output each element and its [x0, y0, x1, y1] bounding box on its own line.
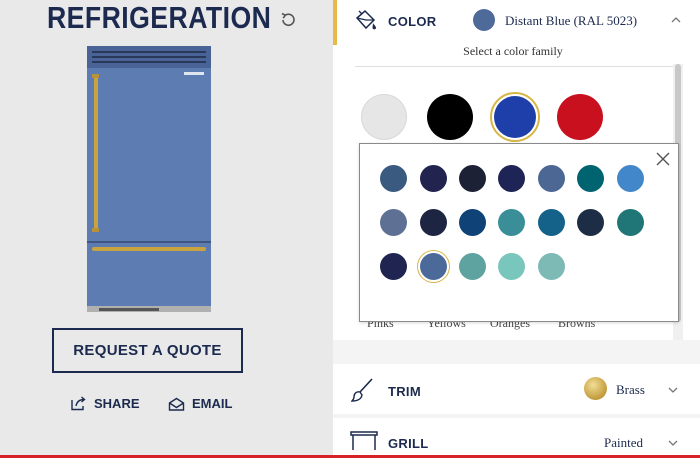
selected-color-swatch	[473, 9, 495, 31]
color-swatch[interactable]	[538, 165, 565, 192]
grill-label: GRILL	[388, 436, 429, 451]
color-label: COLOR	[388, 14, 437, 29]
color-swatch[interactable]	[380, 253, 407, 280]
color-swatch[interactable]	[420, 253, 447, 280]
color-family-white[interactable]	[361, 94, 407, 140]
email-button[interactable]: EMAIL	[168, 396, 232, 411]
color-swatch[interactable]	[420, 209, 447, 236]
share-label: SHARE	[94, 396, 140, 411]
close-icon[interactable]	[656, 152, 670, 166]
trim-value: Brass	[616, 382, 645, 397]
color-swatch[interactable]	[498, 165, 525, 192]
product-preview-panel: REFRIGERATION REQUEST A QUOTE SHARE EMAI…	[0, 0, 333, 458]
email-icon	[168, 397, 185, 411]
refrigerator-image	[87, 46, 211, 312]
color-swatch[interactable]	[577, 165, 604, 192]
trim-section-header[interactable]: TRIM Brass	[333, 364, 700, 416]
divider	[355, 66, 675, 67]
color-swatch[interactable]	[420, 165, 447, 192]
trim-swatch	[584, 377, 607, 400]
color-family-prompt: Select a color family	[463, 44, 563, 58]
paint-bucket-icon	[355, 9, 376, 30]
section-spacer	[333, 340, 700, 364]
grill-icon	[350, 431, 378, 450]
color-swatch[interactable]	[459, 165, 486, 192]
brush-icon	[351, 378, 373, 402]
email-label: EMAIL	[192, 396, 233, 411]
selected-color-name: Distant Blue (RAL 5023)	[505, 13, 638, 28]
color-section-header[interactable]: COLOR Distant Blue (RAL 5023)	[333, 0, 700, 45]
color-swatch[interactable]	[577, 209, 604, 236]
trim-label: TRIM	[388, 384, 421, 399]
chevron-down-icon[interactable]	[668, 438, 678, 448]
share-button[interactable]: SHARE	[70, 396, 140, 411]
chevron-up-icon[interactable]	[671, 15, 681, 25]
color-swatch-popup	[359, 143, 679, 322]
color-swatch[interactable]	[617, 209, 644, 236]
color-swatch[interactable]	[380, 165, 407, 192]
color-swatch[interactable]	[617, 165, 644, 192]
color-swatch[interactable]	[459, 253, 486, 280]
color-family-black[interactable]	[427, 94, 473, 140]
color-family-blue[interactable]	[490, 92, 540, 142]
grill-value: Painted	[604, 435, 643, 450]
request-quote-button[interactable]: REQUEST A QUOTE	[52, 328, 243, 373]
chevron-down-icon[interactable]	[668, 385, 678, 395]
color-swatch[interactable]	[498, 209, 525, 236]
configurator-panel: COLOR Distant Blue (RAL 5023) Select a c…	[333, 0, 700, 458]
grill-section-header[interactable]: GRILL Painted	[333, 418, 700, 458]
color-swatch[interactable]	[498, 253, 525, 280]
color-swatch[interactable]	[380, 209, 407, 236]
color-swatch[interactable]	[459, 209, 486, 236]
page-title: REFRIGERATION	[47, 0, 272, 35]
reset-icon[interactable]	[279, 11, 297, 29]
color-swatch[interactable]	[538, 209, 565, 236]
share-icon	[71, 396, 86, 411]
color-swatch[interactable]	[538, 253, 565, 280]
color-family-red[interactable]	[557, 94, 603, 140]
